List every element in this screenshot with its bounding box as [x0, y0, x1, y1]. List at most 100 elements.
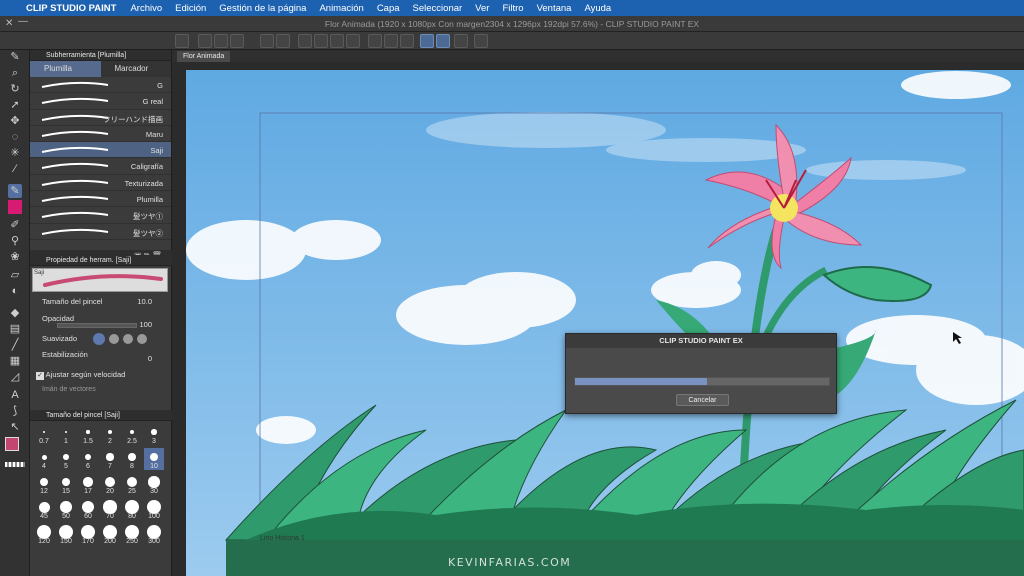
gradient-icon[interactable]: ▤: [8, 322, 22, 336]
balloon-icon[interactable]: ⟆: [8, 404, 22, 418]
app-menu[interactable]: CLIP STUDIO PAINT: [26, 3, 116, 14]
layer-icon[interactable]: [346, 34, 360, 48]
menu-animacion[interactable]: Animación: [319, 3, 363, 14]
pen-tool-icon[interactable]: ✎: [8, 184, 22, 198]
brush-size-option[interactable]: 15: [56, 473, 76, 495]
brush-size-option[interactable]: 150: [56, 523, 76, 545]
speed-checkbox[interactable]: ✓: [36, 372, 44, 380]
figure-icon[interactable]: ╱: [8, 338, 22, 352]
brush-item[interactable]: G real: [30, 93, 171, 110]
eraser-icon[interactable]: ▱: [8, 268, 22, 282]
undo-icon[interactable]: [260, 34, 274, 48]
brush-size-option[interactable]: 50: [56, 498, 76, 520]
snap-special-icon[interactable]: [400, 34, 414, 48]
ruler-tool-icon[interactable]: ◿: [8, 370, 22, 384]
eye-icon[interactable]: [175, 34, 189, 48]
brush-size-option[interactable]: 0.7: [34, 423, 54, 445]
brush-size-option[interactable]: 12: [34, 473, 54, 495]
tab-plumilla[interactable]: Plumilla: [30, 61, 101, 77]
brush-size-option[interactable]: 70: [100, 498, 120, 520]
brush-size-value[interactable]: 10.0: [137, 297, 152, 306]
fill-icon[interactable]: [330, 34, 344, 48]
menu-edicion[interactable]: Edición: [175, 3, 206, 14]
menu-ver[interactable]: Ver: [475, 3, 489, 14]
opacity-value[interactable]: 100: [139, 320, 152, 329]
brush-size-option[interactable]: 250: [122, 523, 142, 545]
stabilization-value[interactable]: 0: [148, 354, 152, 363]
brush-size-option[interactable]: 25: [122, 473, 142, 495]
smoothing-option-3[interactable]: [123, 334, 133, 344]
lasso-icon[interactable]: ◌: [8, 130, 22, 144]
move-icon[interactable]: ✥: [8, 114, 22, 128]
brush-size-option[interactable]: 45: [34, 498, 54, 520]
main-color-icon[interactable]: [5, 437, 19, 451]
rotate-icon[interactable]: ↻: [8, 82, 22, 96]
brush-size-option[interactable]: 3: [144, 423, 164, 445]
snap-curve-icon[interactable]: [420, 34, 434, 48]
blend-icon[interactable]: ◐: [8, 284, 22, 298]
menu-capa[interactable]: Capa: [377, 3, 400, 14]
brush-size-option[interactable]: 170: [78, 523, 98, 545]
brush-size-option[interactable]: 2: [100, 423, 120, 445]
magic-wand-icon[interactable]: ✳: [8, 146, 22, 160]
brush-size-option[interactable]: 30: [144, 473, 164, 495]
brush-size-option[interactable]: 1: [56, 423, 76, 445]
brush-size-option[interactable]: 4: [34, 448, 54, 470]
transform-icon[interactable]: [314, 34, 328, 48]
redo-icon[interactable]: [276, 34, 290, 48]
brush-size-option[interactable]: 20: [100, 473, 120, 495]
brush-size-option[interactable]: 300: [144, 523, 164, 545]
brush-size-option[interactable]: 10: [144, 448, 164, 470]
color-swatch-icon[interactable]: [8, 200, 22, 214]
menu-gestion-pagina[interactable]: Gestión de la página: [219, 3, 306, 14]
menu-archivo[interactable]: Archivo: [130, 3, 162, 14]
menu-seleccionar[interactable]: Seleccionar: [413, 3, 463, 14]
clear-icon[interactable]: [298, 34, 312, 48]
brush-size-option[interactable]: 1.5: [78, 423, 98, 445]
correct-line-icon[interactable]: ↖: [8, 420, 22, 434]
tab-flor-animada[interactable]: Flor Animada: [177, 51, 231, 62]
cancel-button[interactable]: Cancelar: [676, 394, 729, 406]
snap-off-icon[interactable]: [368, 34, 382, 48]
open-file-icon[interactable]: [214, 34, 228, 48]
decoration-icon[interactable]: ❀: [8, 250, 22, 264]
brush-size-option[interactable]: 120: [34, 523, 54, 545]
save-icon[interactable]: [230, 34, 244, 48]
brush-item[interactable]: 髪ツヤ②: [30, 224, 171, 240]
snap-ruler-icon[interactable]: [384, 34, 398, 48]
tab-marcador[interactable]: Marcador: [101, 61, 172, 77]
brush-size-option[interactable]: 200: [100, 523, 120, 545]
smoothing-option-4[interactable]: [137, 334, 147, 344]
zoom-icon[interactable]: ⌕: [8, 66, 22, 80]
brush-size-option[interactable]: 8: [122, 448, 142, 470]
brush-size-option[interactable]: 6: [78, 448, 98, 470]
brush-item[interactable]: G: [30, 77, 171, 94]
brush-item[interactable]: Maru: [30, 126, 171, 143]
ruler-icon[interactable]: [454, 34, 468, 48]
smoothing-option-2[interactable]: [109, 334, 119, 344]
brush-size-option[interactable]: 17: [78, 473, 98, 495]
brush-item[interactable]: Texturizada: [30, 175, 171, 192]
menu-filtro[interactable]: Filtro: [502, 3, 523, 14]
pen-icon[interactable]: ✎: [8, 50, 22, 64]
frame-tool-icon[interactable]: ▦: [8, 354, 22, 368]
transparent-color-icon[interactable]: [5, 462, 25, 467]
fill-tool-icon[interactable]: ◆: [8, 306, 22, 320]
opacity-slider[interactable]: [57, 323, 137, 328]
eyedropper-icon[interactable]: ⁄: [8, 162, 22, 176]
brush-item[interactable]: フリーハンド描画: [30, 110, 171, 126]
brush-item[interactable]: Plumilla: [30, 191, 171, 208]
brush-item[interactable]: Saji: [30, 142, 171, 159]
brush-size-option[interactable]: 7: [100, 448, 120, 470]
menu-ayuda[interactable]: Ayuda: [584, 3, 611, 14]
airbrush-icon[interactable]: ⚲: [8, 234, 22, 248]
new-file-icon[interactable]: [198, 34, 212, 48]
brush-size-option[interactable]: 2.5: [122, 423, 142, 445]
brush-item[interactable]: Caligrafía: [30, 158, 171, 175]
brush-item[interactable]: 髪ツヤ①: [30, 207, 171, 224]
smoothing-option-1[interactable]: [93, 333, 105, 345]
brush-icon[interactable]: ✐: [8, 218, 22, 232]
snap-grid-icon[interactable]: [436, 34, 450, 48]
brush-size-option[interactable]: 80: [122, 498, 142, 520]
menu-ventana[interactable]: Ventana: [537, 3, 572, 14]
